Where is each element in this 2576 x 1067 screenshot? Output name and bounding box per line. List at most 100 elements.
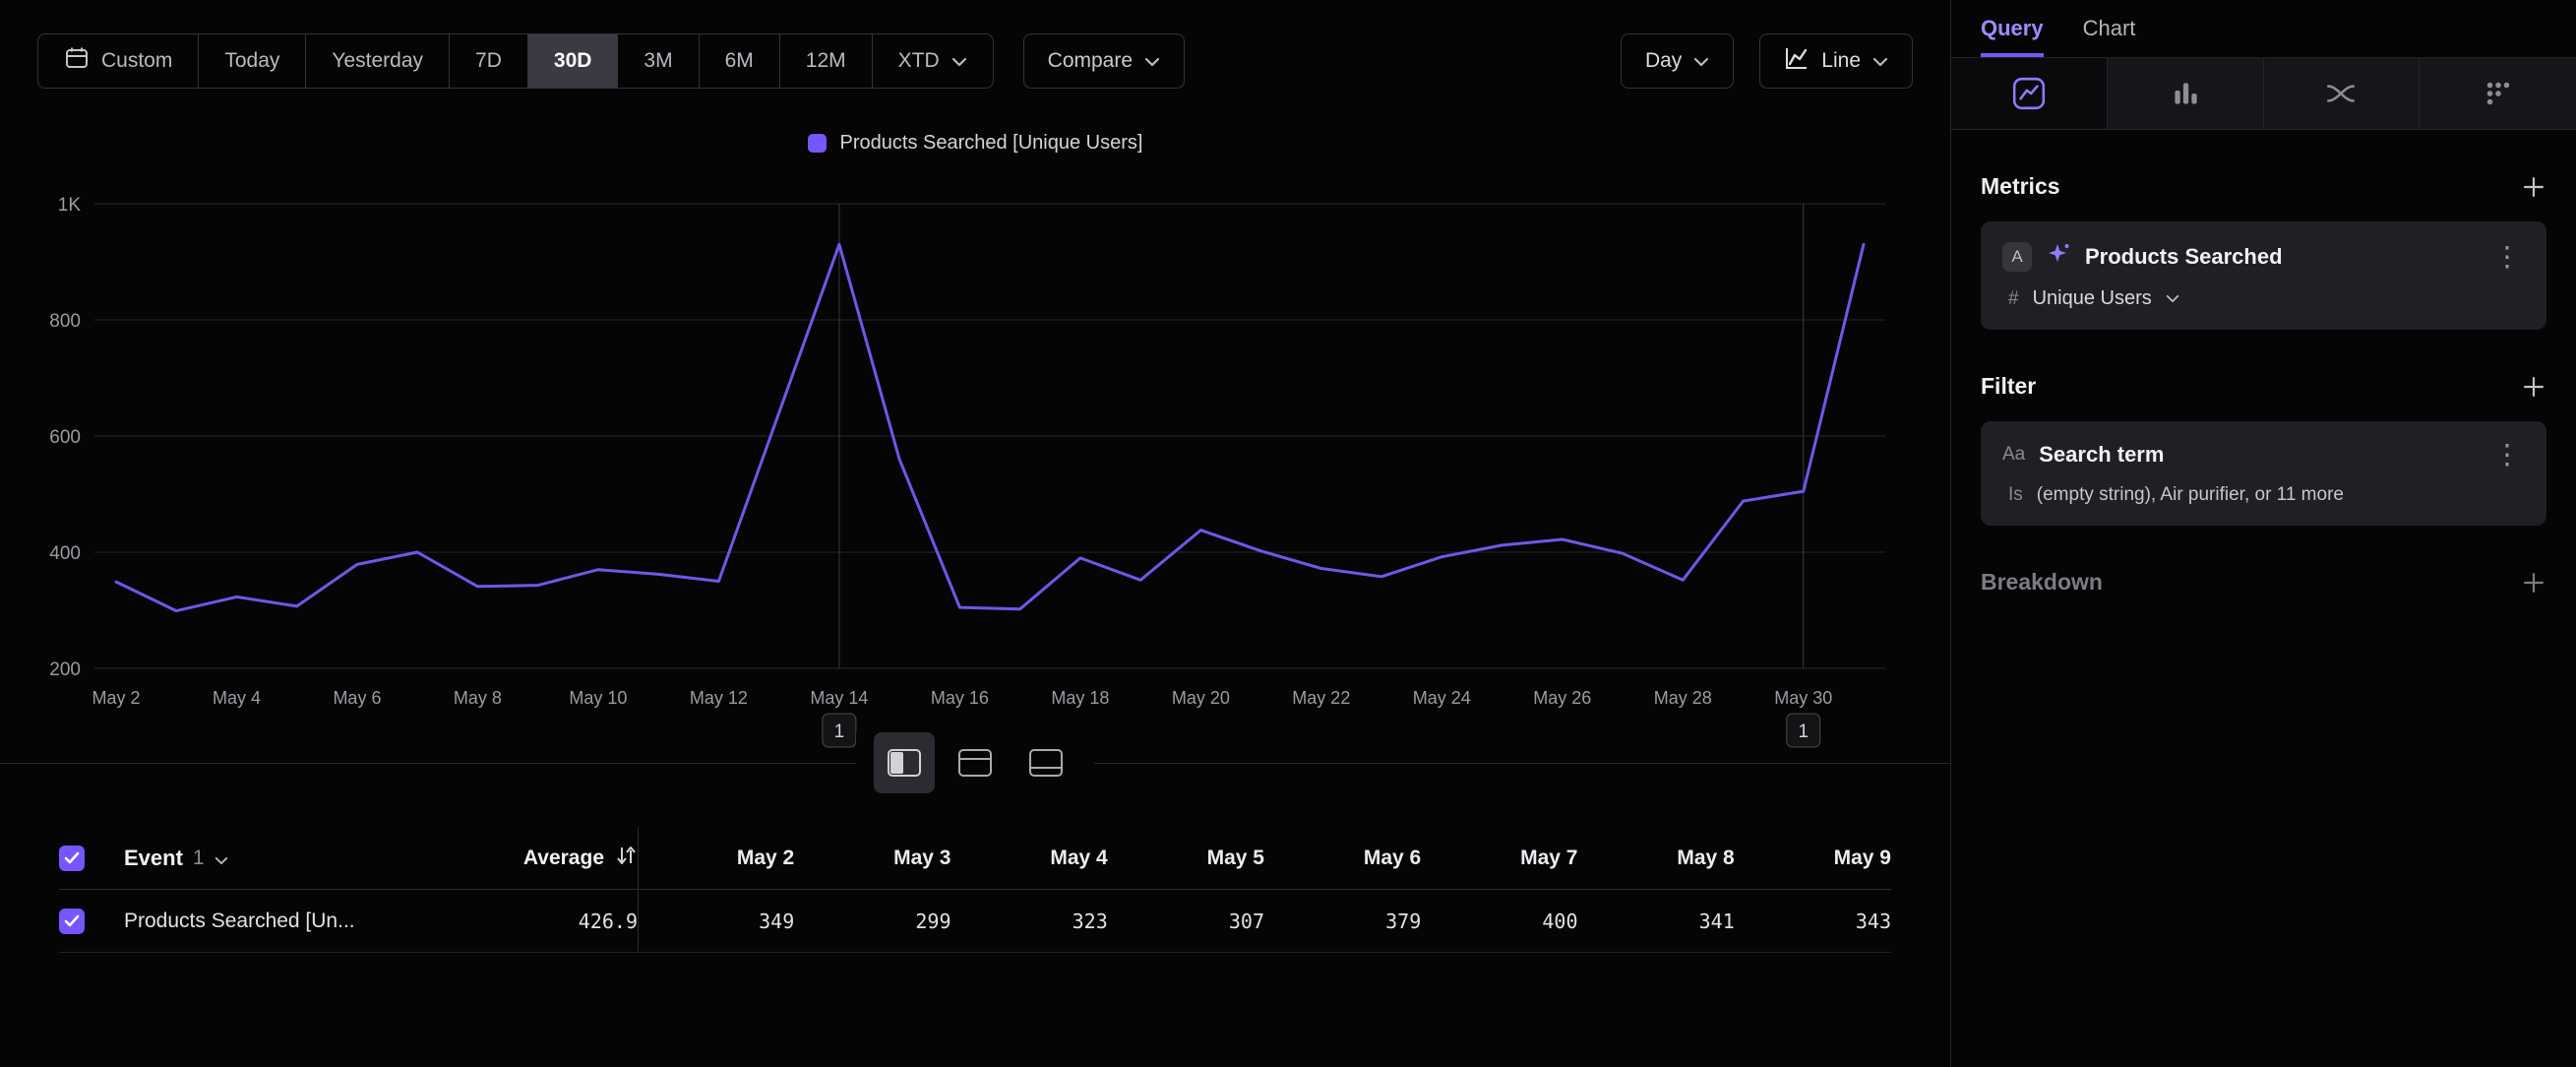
- view-tab-flows[interactable]: [2264, 58, 2421, 129]
- range-yesterday-button[interactable]: Yesterday: [306, 34, 450, 88]
- legend-swatch: [808, 134, 827, 153]
- line-chart-icon: [1784, 45, 1809, 77]
- granularity-button[interactable]: Day: [1621, 33, 1734, 89]
- column-header: May 6: [1264, 827, 1421, 889]
- metric-measure-selector[interactable]: # Unique Users: [2002, 287, 2525, 310]
- metric-letter-badge: A: [2002, 242, 2032, 272]
- row-checkbox-cell: [59, 890, 124, 952]
- svg-text:1K: 1K: [58, 195, 82, 216]
- range-6m-button[interactable]: 6M: [700, 34, 780, 88]
- bar-chart-icon: [2168, 76, 2203, 111]
- svg-text:400: 400: [49, 543, 81, 564]
- svg-text:May 18: May 18: [1051, 688, 1109, 708]
- metrics-section-header: Metrics: [1981, 173, 2546, 200]
- range-30d-button[interactable]: 30D: [528, 34, 619, 88]
- compare-label: Compare: [1048, 49, 1133, 73]
- layout-split-button[interactable]: [874, 732, 935, 793]
- filter-value-selector[interactable]: Is (empty string), Air purifier, or 11 m…: [2002, 484, 2525, 506]
- average-label: Average: [523, 847, 604, 870]
- legend-label: Products Searched [Unique Users]: [840, 132, 1143, 155]
- svg-text:600: 600: [49, 427, 81, 448]
- chevron-down-icon: [2166, 290, 2179, 308]
- metric-card[interactable]: A Products Searched ⋮ # Unique Users: [1981, 221, 2546, 330]
- plus-icon: [2521, 570, 2546, 596]
- layout-top-icon: [956, 747, 994, 779]
- column-header: May 4: [951, 827, 1108, 889]
- row-checkbox[interactable]: [59, 909, 85, 934]
- svg-text:200: 200: [49, 659, 81, 680]
- row-average: 426.9: [415, 890, 638, 952]
- column-header: May 3: [794, 827, 951, 889]
- layout-top-button[interactable]: [945, 732, 1006, 793]
- average-column-header[interactable]: Average: [415, 827, 638, 889]
- svg-text:1: 1: [1798, 722, 1809, 742]
- add-metric-button[interactable]: [2521, 174, 2546, 200]
- legend-item[interactable]: Products Searched [Unique Users]: [0, 132, 1950, 155]
- line-chart[interactable]: 1K80060040020011May 2May 4May 6May 8May …: [35, 166, 1915, 757]
- chart-type-label: Line: [1821, 49, 1861, 73]
- tab-chart[interactable]: Chart: [2083, 0, 2136, 57]
- custom-date-button[interactable]: Custom: [38, 34, 199, 88]
- sort-icon[interactable]: [614, 844, 638, 873]
- toolbar: Custom Today Yesterday 7D 30D 3M 6M 12M …: [37, 33, 1913, 89]
- layout-split-icon: [886, 747, 923, 779]
- layout-bottom-button[interactable]: [1015, 732, 1076, 793]
- breakdown-section-header: Breakdown: [1981, 569, 2546, 596]
- range-12m-button[interactable]: 12M: [780, 34, 873, 88]
- number-prefix: #: [2008, 288, 2019, 310]
- svg-text:May 14: May 14: [810, 688, 868, 708]
- sparkle-icon: [2046, 241, 2071, 272]
- range-7d-button[interactable]: 7D: [450, 34, 528, 88]
- view-tab-insights[interactable]: [1951, 58, 2108, 129]
- metric-kebab-menu[interactable]: ⋮: [2489, 243, 2525, 271]
- chevron-down-icon: [1693, 49, 1709, 73]
- chevron-down-icon: [1872, 49, 1888, 73]
- row-value: 341: [1578, 890, 1735, 952]
- select-all-checkbox[interactable]: [59, 846, 85, 871]
- sidebar-content: Metrics A Products Searched ⋮ # Unique: [1951, 130, 2576, 596]
- plus-icon: [2521, 374, 2546, 400]
- query-sidebar: Query Chart: [1951, 0, 2576, 1067]
- text-type-badge: Aa: [2002, 444, 2025, 466]
- column-header: May 2: [638, 827, 794, 889]
- layout-toggle-group: [856, 732, 1094, 793]
- view-tab-retention[interactable]: [2420, 58, 2576, 129]
- column-header: May 5: [1108, 827, 1264, 889]
- svg-text:May 28: May 28: [1654, 688, 1712, 708]
- row-value: 343: [1735, 890, 1891, 952]
- range-xtd-button[interactable]: XTD: [873, 34, 993, 88]
- range-today-button[interactable]: Today: [199, 34, 306, 88]
- column-header: May 7: [1421, 827, 1577, 889]
- column-header: May 8: [1578, 827, 1735, 889]
- filter-card[interactable]: Aa Search term ⋮ Is (empty string), Air …: [1981, 421, 2546, 526]
- svg-text:May 16: May 16: [931, 688, 989, 708]
- view-tab-funnels[interactable]: [2108, 58, 2264, 129]
- header-checkbox-cell: [59, 827, 124, 889]
- flows-icon: [2323, 76, 2359, 111]
- chart-type-button[interactable]: Line: [1759, 33, 1913, 89]
- row-name: Products Searched [Un...: [124, 910, 355, 933]
- event-label: Event: [124, 846, 183, 871]
- range-3m-button[interactable]: 3M: [618, 34, 699, 88]
- svg-text:May 12: May 12: [690, 688, 748, 708]
- metric-name: Products Searched: [2085, 244, 2476, 270]
- filter-kebab-menu[interactable]: ⋮: [2489, 441, 2525, 469]
- check-icon: [64, 914, 80, 927]
- svg-text:800: 800: [49, 311, 81, 332]
- svg-text:May 8: May 8: [454, 688, 502, 708]
- compare-button[interactable]: Compare: [1023, 33, 1185, 89]
- svg-text:May 20: May 20: [1172, 688, 1230, 708]
- svg-text:May 6: May 6: [333, 688, 381, 708]
- add-filter-button[interactable]: [2521, 374, 2546, 400]
- chevron-down-icon: [1144, 49, 1160, 73]
- measure-label: Unique Users: [2033, 287, 2152, 310]
- row-name-cell[interactable]: Products Searched [Un...: [124, 890, 415, 952]
- tab-query[interactable]: Query: [1981, 0, 2044, 57]
- filter-operator: Is: [2008, 484, 2023, 506]
- event-column-header[interactable]: Event 1: [124, 827, 415, 889]
- insights-line-chart-icon: [2011, 76, 2047, 111]
- svg-text:May 24: May 24: [1413, 688, 1471, 708]
- row-value: 299: [794, 890, 951, 952]
- breakdown-title: Breakdown: [1981, 569, 2103, 596]
- add-breakdown-button[interactable]: [2521, 570, 2546, 596]
